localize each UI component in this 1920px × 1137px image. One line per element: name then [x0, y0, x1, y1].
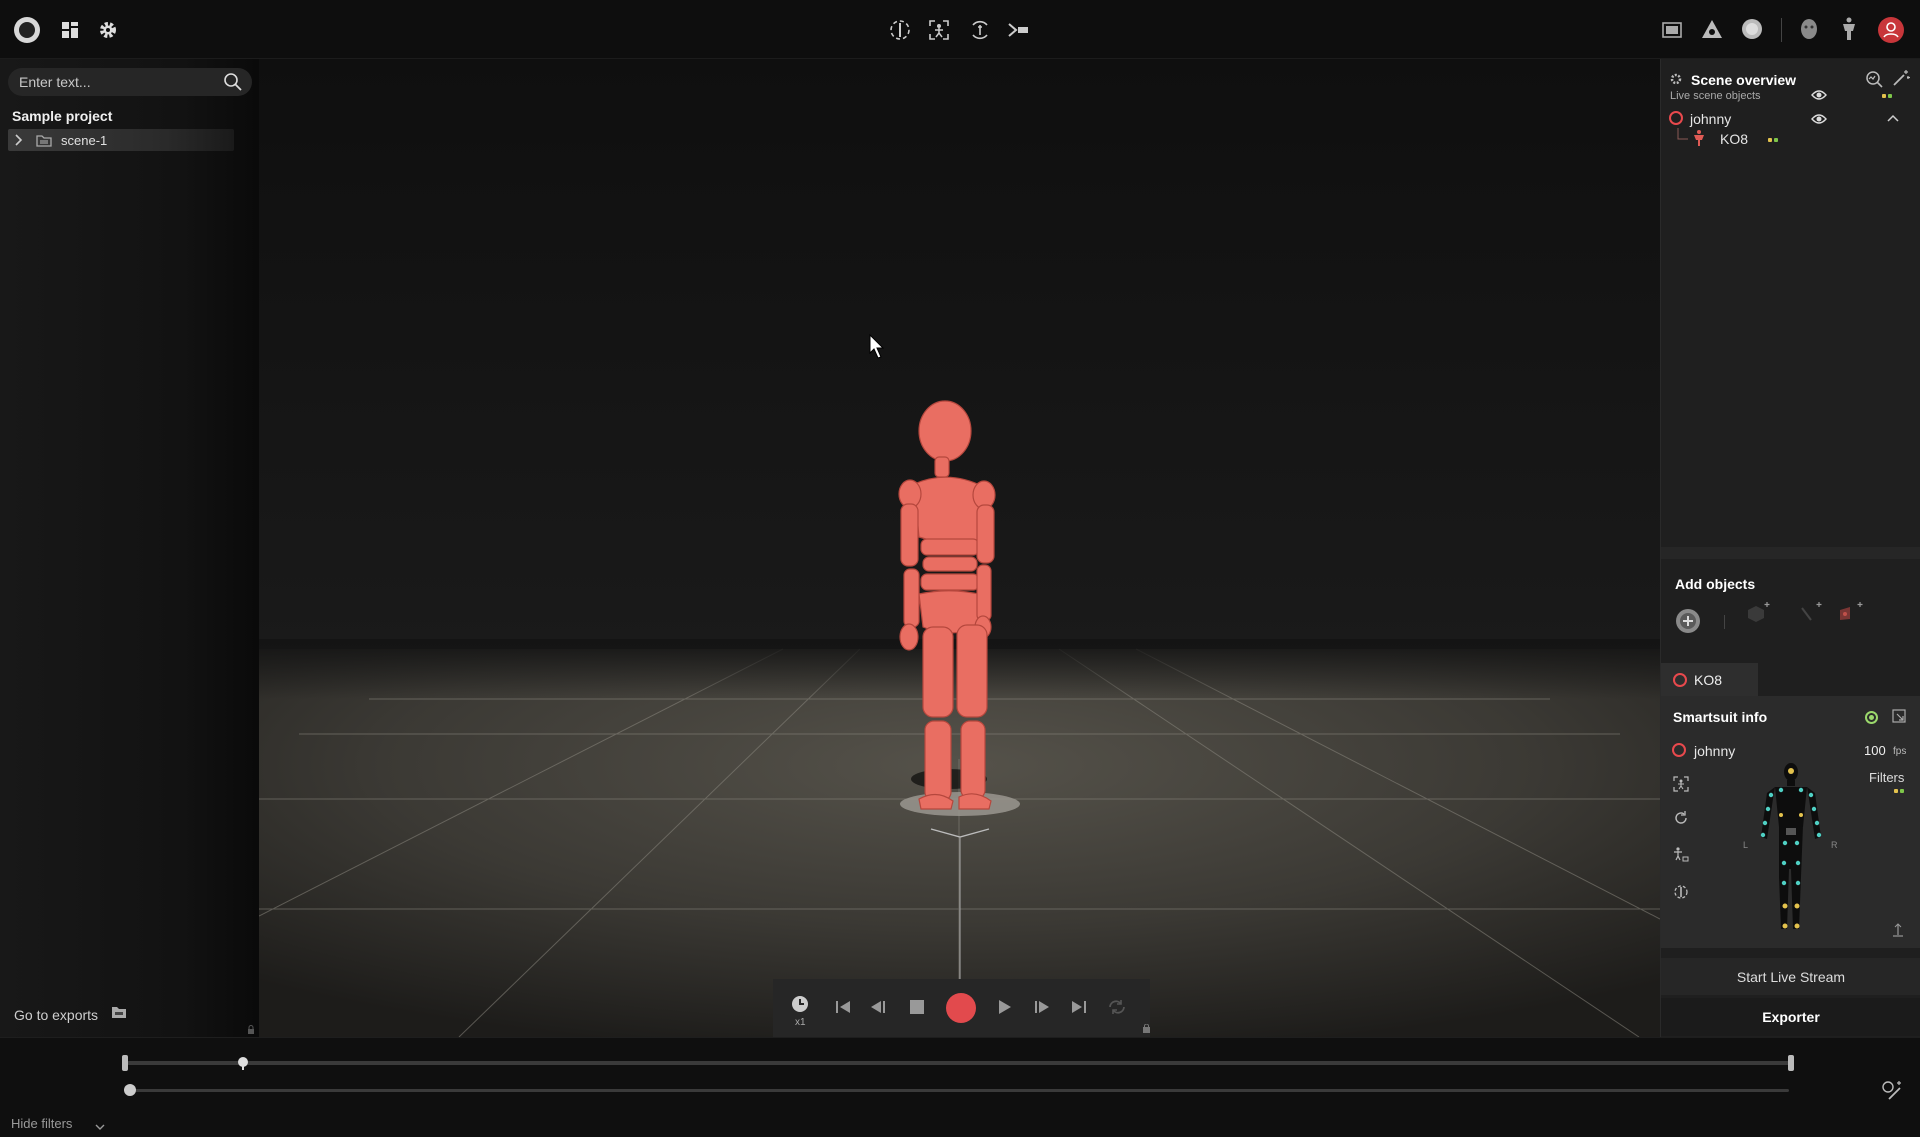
calibrate-icon[interactable]	[1672, 775, 1690, 793]
tree-item-scene[interactable]: scene-1	[8, 129, 234, 151]
device-status-dots	[1768, 138, 1778, 142]
face-icon[interactable]	[1797, 17, 1821, 41]
timeline-playhead[interactable]	[237, 1056, 249, 1070]
suit-sensor-map	[1760, 763, 1822, 929]
lock-icon	[246, 1024, 256, 1036]
search-icon[interactable]	[222, 72, 244, 92]
device-status-icon	[1673, 673, 1687, 687]
add-camera-icon[interactable]	[1835, 599, 1865, 625]
calibrate-icon[interactable]	[927, 18, 951, 42]
folder-icon[interactable]	[110, 1004, 128, 1020]
ground-icon[interactable]	[1891, 922, 1905, 938]
right-side-marker: R	[1831, 840, 1838, 850]
chevron-down-icon[interactable]	[94, 1122, 106, 1132]
lock-icon	[1142, 1023, 1150, 1033]
inspector-panel: Scene overview Live scene objects johnny…	[1660, 59, 1920, 1037]
live-objects-label: Live scene objects	[1670, 90, 1761, 102]
left-side-marker: L	[1743, 840, 1749, 850]
pose-icon[interactable]	[1672, 846, 1690, 864]
circle-icon[interactable]	[1740, 17, 1764, 41]
mirror-icon[interactable]	[1672, 883, 1690, 901]
hide-filters-toggle[interactable]: Hide filters	[11, 1116, 72, 1131]
suit-actor-name: johnny	[1694, 743, 1736, 759]
step-forward-icon[interactable]	[1031, 998, 1051, 1016]
playback-speed[interactable]: x1	[795, 1017, 806, 1028]
search-input[interactable]	[8, 68, 218, 96]
reset-icon[interactable]	[1672, 809, 1690, 827]
search-box	[8, 68, 252, 96]
skip-to-end-icon[interactable]	[1069, 998, 1089, 1016]
timeline-end-handle[interactable]	[1788, 1055, 1794, 1071]
filters-status-dots	[1894, 789, 1904, 793]
wand-icon[interactable]	[1892, 69, 1910, 87]
top-toolbar	[0, 0, 1920, 59]
settings-gear-icon[interactable]	[97, 19, 119, 41]
triangle-icon[interactable]	[1700, 17, 1724, 41]
play-icon[interactable]	[996, 998, 1014, 1016]
layout-grid-icon[interactable]	[60, 20, 80, 40]
filter-wand-icon[interactable]	[1880, 1079, 1904, 1103]
add-circle-icon[interactable]	[1674, 607, 1702, 635]
add-prop-icon[interactable]	[1743, 599, 1773, 625]
exporter-button[interactable]: Exporter	[1661, 998, 1920, 1036]
go-to-exports-link[interactable]: Go to exports	[14, 1007, 98, 1023]
actor-status-icon	[1669, 111, 1683, 125]
skip-to-start-icon[interactable]	[833, 998, 853, 1016]
suit-icon	[1692, 129, 1706, 147]
panel-divider	[1661, 547, 1920, 559]
rotate-icon[interactable]	[968, 18, 992, 42]
project-title: Sample project	[12, 108, 113, 124]
tree-connector-icon	[1676, 128, 1690, 142]
record-button[interactable]	[945, 992, 977, 1024]
chevron-up-icon[interactable]	[1886, 112, 1900, 124]
playback-controls: x1	[773, 979, 1150, 1037]
popout-icon[interactable]	[1891, 708, 1907, 724]
actor-status-icon	[1672, 743, 1686, 757]
body-icon[interactable]	[1837, 16, 1861, 42]
add-stick-icon[interactable]	[1796, 599, 1826, 625]
settings-gear-icon[interactable]	[1669, 72, 1683, 86]
project-panel: Sample project scene-1 Go to exports	[0, 59, 259, 1037]
status-dots	[1882, 94, 1892, 98]
toolbar-divider	[1781, 18, 1782, 42]
forward-icon[interactable]	[1006, 18, 1032, 42]
start-live-stream-button[interactable]: Start Live Stream	[1661, 958, 1920, 995]
loop-icon[interactable]	[1106, 997, 1128, 1017]
app-logo-icon[interactable]	[12, 15, 42, 45]
user-profile-icon[interactable]	[1876, 15, 1906, 45]
fps-unit: fps	[1893, 746, 1907, 757]
visibility-eye-icon[interactable]	[1810, 88, 1828, 102]
inspect-icon[interactable]	[1865, 70, 1883, 88]
film-icon[interactable]	[1660, 18, 1684, 42]
add-objects-title: Add objects	[1675, 576, 1756, 592]
visibility-eye-icon[interactable]	[1810, 112, 1828, 126]
device-name[interactable]: KO8	[1720, 131, 1748, 147]
divider	[1724, 615, 1725, 629]
chevron-right-icon[interactable]	[14, 134, 24, 146]
start-live-stream-label: Start Live Stream	[1736, 968, 1846, 985]
smartsuit-info-card: Smartsuit info johnny 100 fps Filters L …	[1661, 696, 1920, 948]
scene-render	[259, 59, 1660, 1037]
actor-name[interactable]: johnny	[1690, 111, 1731, 127]
stop-icon[interactable]	[908, 998, 926, 1016]
3d-viewport[interactable]	[259, 59, 1660, 1037]
tab-label: KO8	[1694, 672, 1723, 688]
filters-label[interactable]: Filters	[1869, 770, 1904, 785]
timeline-area: Hide filters	[0, 1037, 1920, 1137]
tree-item-label: scene-1	[61, 133, 108, 148]
status-ring-icon	[1864, 710, 1878, 724]
mirror-icon[interactable]	[888, 18, 912, 42]
tab-ko8[interactable]: KO8	[1661, 663, 1758, 696]
zoom-track[interactable]	[127, 1089, 1789, 1092]
timeline-start-handle[interactable]	[122, 1055, 128, 1071]
fps-value: 100	[1864, 743, 1886, 758]
folder-icon	[35, 133, 53, 147]
step-back-icon[interactable]	[869, 998, 889, 1016]
zoom-handle[interactable]	[124, 1084, 136, 1096]
smartsuit-info-title: Smartsuit info	[1673, 709, 1768, 725]
clock-icon[interactable]	[791, 995, 809, 1013]
exporter-label: Exporter	[1762, 1009, 1820, 1025]
scene-overview-title: Scene overview	[1691, 72, 1797, 88]
timeline-track[interactable]	[127, 1061, 1791, 1065]
